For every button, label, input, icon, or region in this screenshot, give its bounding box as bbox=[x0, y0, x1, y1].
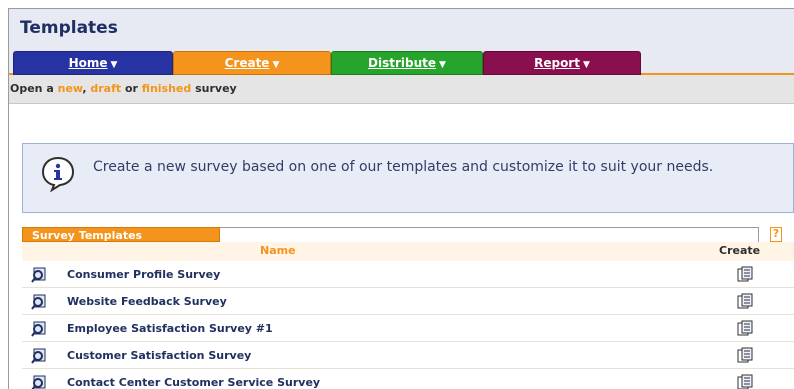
tab-create-label: Create bbox=[224, 56, 270, 70]
panel-title: Survey Templates bbox=[22, 227, 220, 242]
template-name-link[interactable]: Customer Satisfaction Survey bbox=[67, 349, 251, 362]
tab-home[interactable]: Home ▼ bbox=[13, 51, 173, 75]
column-header-create: Create bbox=[719, 244, 761, 257]
tab-report[interactable]: Report ▼ bbox=[483, 51, 641, 75]
create-survey-icon[interactable] bbox=[737, 374, 753, 389]
app-frame: Templates Home ▼ Create ▼ Distribute ▼ Repo… bbox=[8, 8, 794, 389]
survey-templates-panel: Survey Templates ?_> Name Create Consume… bbox=[22, 227, 794, 389]
template-name-link[interactable]: Consumer Profile Survey bbox=[67, 268, 220, 281]
finished-survey-link[interactable]: finished bbox=[142, 82, 191, 95]
new-survey-link[interactable]: new bbox=[58, 82, 83, 95]
tab-create[interactable]: Create ▼ bbox=[173, 51, 331, 75]
template-name-link[interactable]: Website Feedback Survey bbox=[67, 295, 227, 308]
table-row: Contact Center Customer Service Survey bbox=[22, 369, 794, 389]
info-box: Create a new survey based on one of our … bbox=[22, 143, 794, 213]
main-tabs: Home ▼ Create ▼ Distribute ▼ Report ▼ bbox=[9, 49, 794, 75]
title-bar: Templates bbox=[9, 9, 794, 49]
panel-controls: ?_> bbox=[770, 227, 794, 272]
subnav-text-part: survey bbox=[191, 82, 237, 95]
table-row: Website Feedback Survey bbox=[22, 288, 794, 315]
preview-magnifier-icon[interactable] bbox=[31, 294, 47, 310]
template-name-link[interactable]: Contact Center Customer Service Survey bbox=[67, 376, 320, 389]
subnav-bar: Open a new, draft or finished survey bbox=[9, 75, 794, 104]
tab-home-label: Home bbox=[68, 56, 108, 70]
create-survey-icon[interactable] bbox=[737, 293, 753, 309]
create-survey-icon[interactable] bbox=[737, 320, 753, 336]
preview-magnifier-icon[interactable] bbox=[31, 375, 47, 389]
tab-distribute[interactable]: Distribute ▼ bbox=[331, 51, 483, 75]
table-row: Consumer Profile Survey bbox=[22, 261, 794, 288]
draft-survey-link[interactable]: draft bbox=[90, 82, 121, 95]
info-icon bbox=[41, 156, 75, 192]
preview-magnifier-icon[interactable] bbox=[31, 348, 47, 364]
chevron-down-icon: ▼ bbox=[272, 60, 280, 70]
tab-distribute-label: Distribute bbox=[368, 56, 437, 70]
table-row: Customer Satisfaction Survey bbox=[22, 342, 794, 369]
table-header: Name Create bbox=[22, 242, 794, 261]
chevron-down-icon: ▼ bbox=[582, 60, 590, 70]
subnav-text-part: or bbox=[121, 82, 142, 95]
subnav-text-part: Open a bbox=[10, 82, 58, 95]
column-header-name[interactable]: Name bbox=[260, 244, 296, 257]
template-name-link[interactable]: Employee Satisfaction Survey #1 bbox=[67, 322, 273, 335]
info-message: Create a new survey based on one of our … bbox=[93, 159, 714, 175]
panel-header-line bbox=[220, 227, 759, 242]
create-survey-icon[interactable] bbox=[737, 266, 753, 282]
help-icon[interactable]: ? bbox=[770, 227, 782, 242]
panel-header: Survey Templates ?_> bbox=[22, 227, 794, 272]
tab-report-label: Report bbox=[534, 56, 580, 70]
chevron-down-icon: ▼ bbox=[110, 60, 118, 70]
create-survey-icon[interactable] bbox=[737, 347, 753, 363]
preview-magnifier-icon[interactable] bbox=[31, 267, 47, 283]
preview-magnifier-icon[interactable] bbox=[31, 321, 47, 337]
chevron-down-icon: ▼ bbox=[439, 60, 446, 70]
page-title: Templates bbox=[20, 18, 118, 38]
subnav-text: Open a new, draft or finished survey bbox=[10, 82, 237, 95]
table-row: Employee Satisfaction Survey #1 bbox=[22, 315, 794, 342]
